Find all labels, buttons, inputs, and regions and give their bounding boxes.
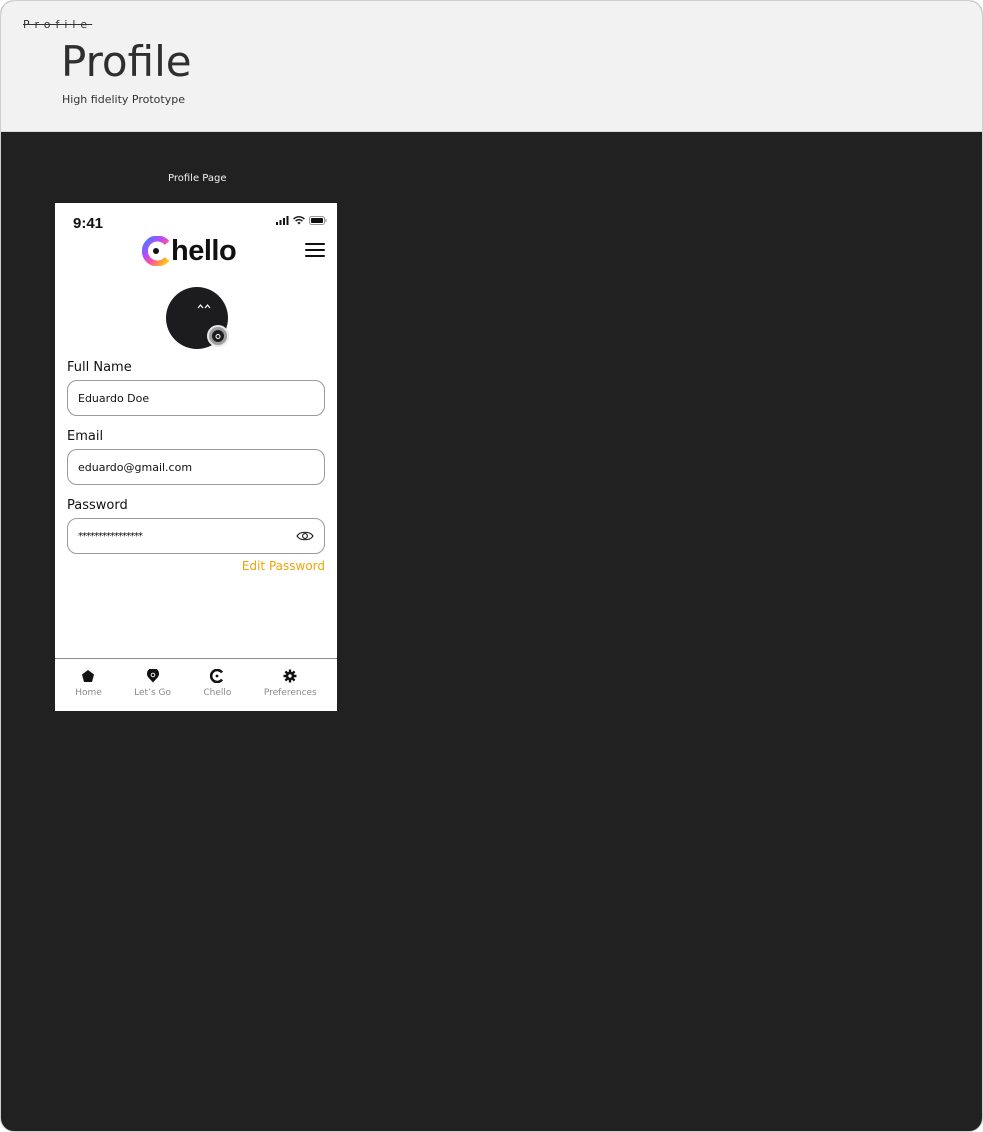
- email-label: Email: [67, 429, 104, 444]
- camera-icon: [212, 330, 224, 342]
- password-label: Password: [67, 498, 128, 513]
- menu-line: [305, 255, 325, 257]
- tab-label: Preferences: [263, 688, 317, 698]
- signal-icon: [276, 216, 289, 225]
- status-icons: [276, 216, 327, 225]
- tab-preferences[interactable]: Preferences: [264, 659, 317, 711]
- tab-label: Chello: [203, 688, 232, 698]
- header-tag: Profile: [23, 18, 93, 31]
- tab-lets-go[interactable]: Let’s Go: [134, 659, 171, 711]
- tab-label: Home: [75, 688, 102, 698]
- status-time: 9:41: [73, 215, 104, 232]
- password-input[interactable]: [78, 530, 296, 542]
- page-title: Profile: [61, 37, 192, 86]
- tab-home[interactable]: Home: [75, 659, 102, 711]
- full-name-input[interactable]: [78, 391, 314, 405]
- bottom-tab-bar: Home Let’s Go Chello Preferences: [55, 658, 337, 711]
- wifi-icon: [293, 216, 305, 225]
- edit-password-link[interactable]: Edit Password: [242, 559, 325, 573]
- menu-line: [305, 249, 325, 251]
- pin-icon: [146, 669, 159, 683]
- email-input[interactable]: [78, 460, 314, 474]
- home-icon: [82, 670, 95, 682]
- phone-screen: 9:41 hello Full Name Eduardo Doe Email e…: [55, 203, 337, 711]
- menu-line: [305, 243, 325, 245]
- tab-chello[interactable]: Chello: [203, 659, 231, 711]
- change-photo-button[interactable]: [207, 325, 229, 347]
- canvas-frame: Profile Profile High fidelity Prototype …: [0, 0, 983, 1132]
- chello-logo-icon: [141, 236, 170, 266]
- full-name-field[interactable]: [67, 380, 325, 416]
- page-header: Profile Profile High fidelity Prototype: [1, 1, 982, 132]
- battery-icon: [309, 216, 327, 225]
- email-field[interactable]: [67, 449, 325, 485]
- page-subtitle: High fidelity Prototype: [62, 93, 185, 106]
- full-name-label: Full Name: [67, 360, 132, 375]
- eye-icon[interactable]: [296, 530, 314, 542]
- chello-c-icon: [210, 669, 224, 683]
- frame-label: Profile Page: [168, 173, 227, 184]
- hamburger-menu-button[interactable]: [305, 243, 325, 259]
- tab-label: Let’s Go: [134, 688, 171, 698]
- gear-icon: [283, 669, 297, 683]
- logo-text: hello: [171, 234, 237, 267]
- app-logo: hello: [141, 233, 237, 269]
- password-field[interactable]: [67, 518, 325, 554]
